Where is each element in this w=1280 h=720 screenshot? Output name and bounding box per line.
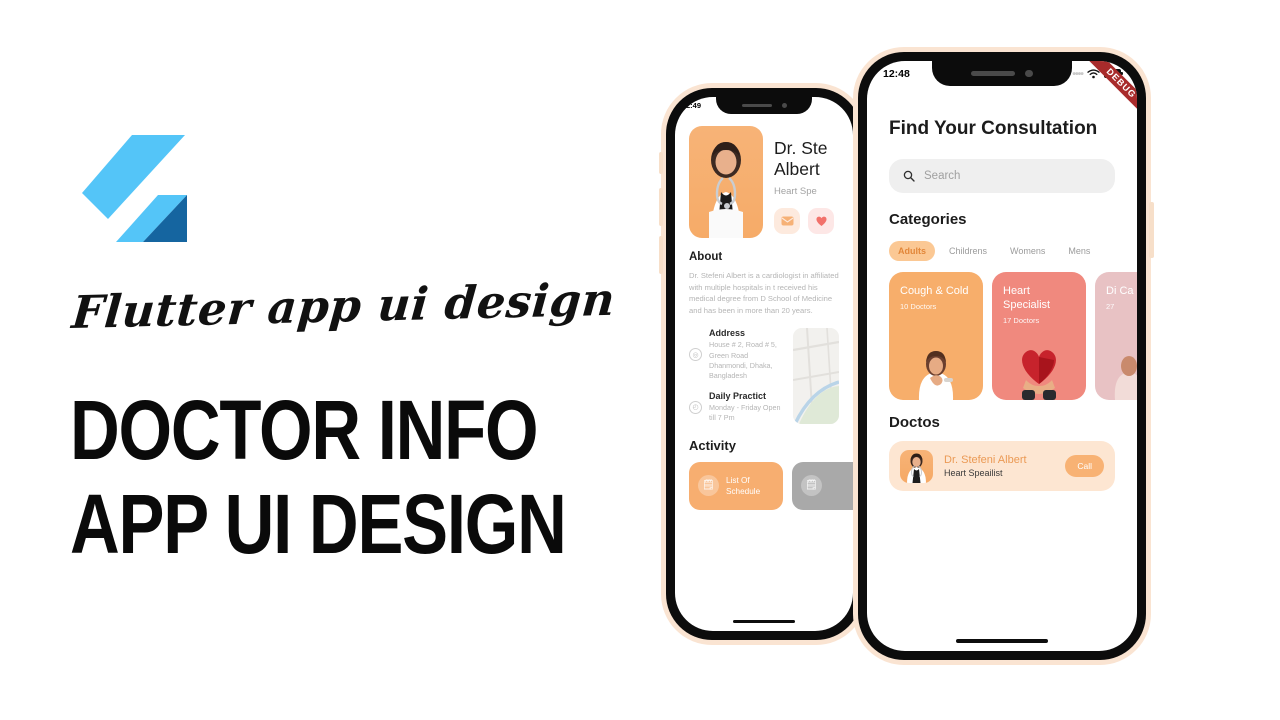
category-card-heart-specialist[interactable]: Heart Specialist 17 Doctors bbox=[992, 272, 1086, 400]
activity-cards: 🗒 List Of Schedule 🗒 bbox=[689, 461, 853, 510]
document-icon: 🗒 bbox=[698, 475, 719, 497]
doctor-name-block: Dr. Ste Albert Heart Spe bbox=[774, 126, 834, 238]
page-title-line-2: APP UI DESIGN bbox=[70, 477, 567, 571]
script-subtitle: Flutter app ui design bbox=[69, 272, 618, 339]
location-pin-icon: ◎ bbox=[689, 348, 702, 362]
category-card-count: 10 Doctors bbox=[900, 302, 937, 311]
phone-mockup-consultation: 12:48 •••• DEBUG Find Your Consultation … bbox=[858, 52, 1154, 660]
doctor-photo bbox=[689, 126, 763, 238]
category-card-count: 17 Doctors bbox=[1003, 316, 1040, 325]
phone-back-home-indicator[interactable] bbox=[733, 620, 795, 623]
call-button[interactable]: Call bbox=[1065, 455, 1104, 477]
phone-front-screen: 12:48 •••• DEBUG Find Your Consultation … bbox=[867, 61, 1137, 651]
doctor-action-buttons bbox=[774, 208, 834, 234]
category-card-cough-cold[interactable]: Cough & Cold 10 Doctors bbox=[889, 272, 983, 400]
category-tabs: Adults Childrens Womens Mens bbox=[889, 241, 1115, 261]
activity-card-schedule-label: List Of Schedule bbox=[726, 475, 761, 496]
category-tab-adults[interactable]: Adults bbox=[889, 241, 935, 261]
address-title: Address bbox=[709, 328, 746, 339]
doctor-name-line-1: Dr. Ste bbox=[774, 138, 828, 158]
activity-card-schedule[interactable]: 🗒 List Of Schedule bbox=[689, 461, 783, 510]
phone-back-volume-up-button[interactable] bbox=[659, 188, 663, 226]
doctor-avatar bbox=[900, 449, 933, 483]
mail-icon bbox=[781, 216, 793, 226]
speaker-grille-icon bbox=[741, 103, 772, 108]
page-title-line-1: DOCTOR INFO bbox=[70, 383, 539, 477]
practice-row: ◴ Daily Practict Monday - Friday Open ti… bbox=[689, 391, 785, 423]
document-icon-secondary: 🗒 bbox=[801, 475, 822, 497]
phone-front-home-indicator[interactable] bbox=[956, 639, 1048, 643]
category-card-title: Heart Specialist bbox=[1003, 285, 1051, 311]
phone-back-screen: 2:49 Dr. Ste Albert Heart Spe About Dr. … bbox=[675, 97, 853, 631]
clock-icon: ◴ bbox=[689, 400, 702, 414]
dental-illustration bbox=[1114, 356, 1137, 400]
consultation-content: Find Your Consultation Search Categories… bbox=[867, 91, 1137, 651]
flutter-logo bbox=[80, 133, 192, 257]
info-section: ◎ Address House # 2, Road # 5, Green Roa… bbox=[689, 328, 839, 433]
category-card-third[interactable]: Di Ca 27 bbox=[1095, 272, 1137, 400]
map-thumbnail[interactable] bbox=[793, 328, 839, 425]
phone-back-volume-down-button[interactable] bbox=[659, 236, 663, 274]
doctor-list-item-name: Dr. Stefeni Albert bbox=[944, 454, 1027, 466]
branding-panel: Flutter app ui design DOCTOR INFO APP UI… bbox=[0, 0, 640, 720]
doctors-heading: Doctos bbox=[889, 414, 940, 431]
search-icon bbox=[903, 170, 915, 182]
search-bar[interactable]: Search bbox=[889, 159, 1115, 193]
speaker-grille-icon bbox=[971, 71, 1016, 76]
signal-dots-icon: •••• bbox=[1072, 67, 1084, 80]
doctor-list-item[interactable]: Dr. Stefeni Albert Heart Speailist Call bbox=[889, 441, 1115, 491]
activity-card-secondary[interactable]: 🗒 bbox=[792, 461, 853, 510]
status-icons: •••• bbox=[1072, 67, 1123, 80]
doctor-hero: Dr. Ste Albert Heart Spe bbox=[689, 126, 839, 238]
categories-heading: Categories bbox=[889, 211, 967, 228]
phone-back-notch bbox=[716, 97, 812, 114]
activity-section: Activity 🗒 List Of Schedule 🗒 bbox=[689, 437, 853, 510]
message-button[interactable] bbox=[774, 208, 800, 234]
category-card-title: Di Ca bbox=[1106, 285, 1134, 297]
status-time: 12:48 bbox=[883, 67, 910, 80]
wifi-icon bbox=[1087, 68, 1100, 78]
doctor-name-line-2: Albert bbox=[774, 159, 820, 179]
doctor-list-item-text: Dr. Stefeni Albert Heart Speailist bbox=[944, 454, 1054, 478]
info-rows: ◎ Address House # 2, Road # 5, Green Roa… bbox=[689, 328, 785, 433]
phone-mockup-doctor-detail: 2:49 Dr. Ste Albert Heart Spe About Dr. … bbox=[659, 88, 862, 640]
doctor-detail-content: Dr. Ste Albert Heart Spe About Dr. Stefe… bbox=[675, 117, 853, 631]
heart-hands-illustration bbox=[1022, 350, 1056, 400]
category-card-title: Cough & Cold bbox=[900, 285, 969, 297]
phone-back-mute-button[interactable] bbox=[659, 152, 663, 174]
practice-title: Daily Practict bbox=[709, 391, 767, 402]
about-heading: About bbox=[689, 251, 723, 263]
about-text: Dr. Stefeni Albert is a cardiologist in … bbox=[689, 271, 839, 315]
status-time: 2:49 bbox=[686, 101, 702, 110]
category-tab-mens[interactable]: Mens bbox=[1059, 241, 1099, 261]
cough-illustration bbox=[918, 351, 954, 400]
front-camera-icon bbox=[1025, 69, 1033, 78]
phone-front-power-button[interactable] bbox=[1149, 202, 1154, 258]
doctor-specialty: Heart Spe bbox=[774, 186, 817, 197]
category-tab-womens[interactable]: Womens bbox=[1001, 241, 1054, 261]
poster-canvas: Flutter app ui design DOCTOR INFO APP UI… bbox=[0, 0, 1280, 720]
consultation-title: Find Your Consultation bbox=[889, 118, 1098, 139]
address-lines: House # 2, Road # 5, Green Road Dhanmond… bbox=[709, 340, 777, 380]
front-camera-icon bbox=[781, 103, 787, 108]
category-card-count: 27 bbox=[1106, 302, 1115, 311]
category-cards: Cough & Cold 10 Doctors Heart Specialist… bbox=[889, 272, 1137, 400]
battery-icon bbox=[1104, 69, 1123, 78]
address-row: ◎ Address House # 2, Road # 5, Green Roa… bbox=[689, 328, 785, 381]
phone-front-notch bbox=[932, 61, 1072, 86]
doctor-list-item-specialty: Heart Speailist bbox=[944, 468, 1003, 478]
search-input[interactable]: Search bbox=[924, 170, 960, 182]
practice-lines: Monday - Friday Open till 7 Pm bbox=[709, 403, 781, 423]
about-section: About Dr. Stefeni Albert is a cardiologi… bbox=[689, 251, 839, 316]
favorite-button[interactable] bbox=[808, 208, 834, 234]
activity-heading: Activity bbox=[689, 437, 736, 453]
heart-icon bbox=[815, 216, 827, 226]
category-tab-childrens[interactable]: Childrens bbox=[940, 241, 996, 261]
